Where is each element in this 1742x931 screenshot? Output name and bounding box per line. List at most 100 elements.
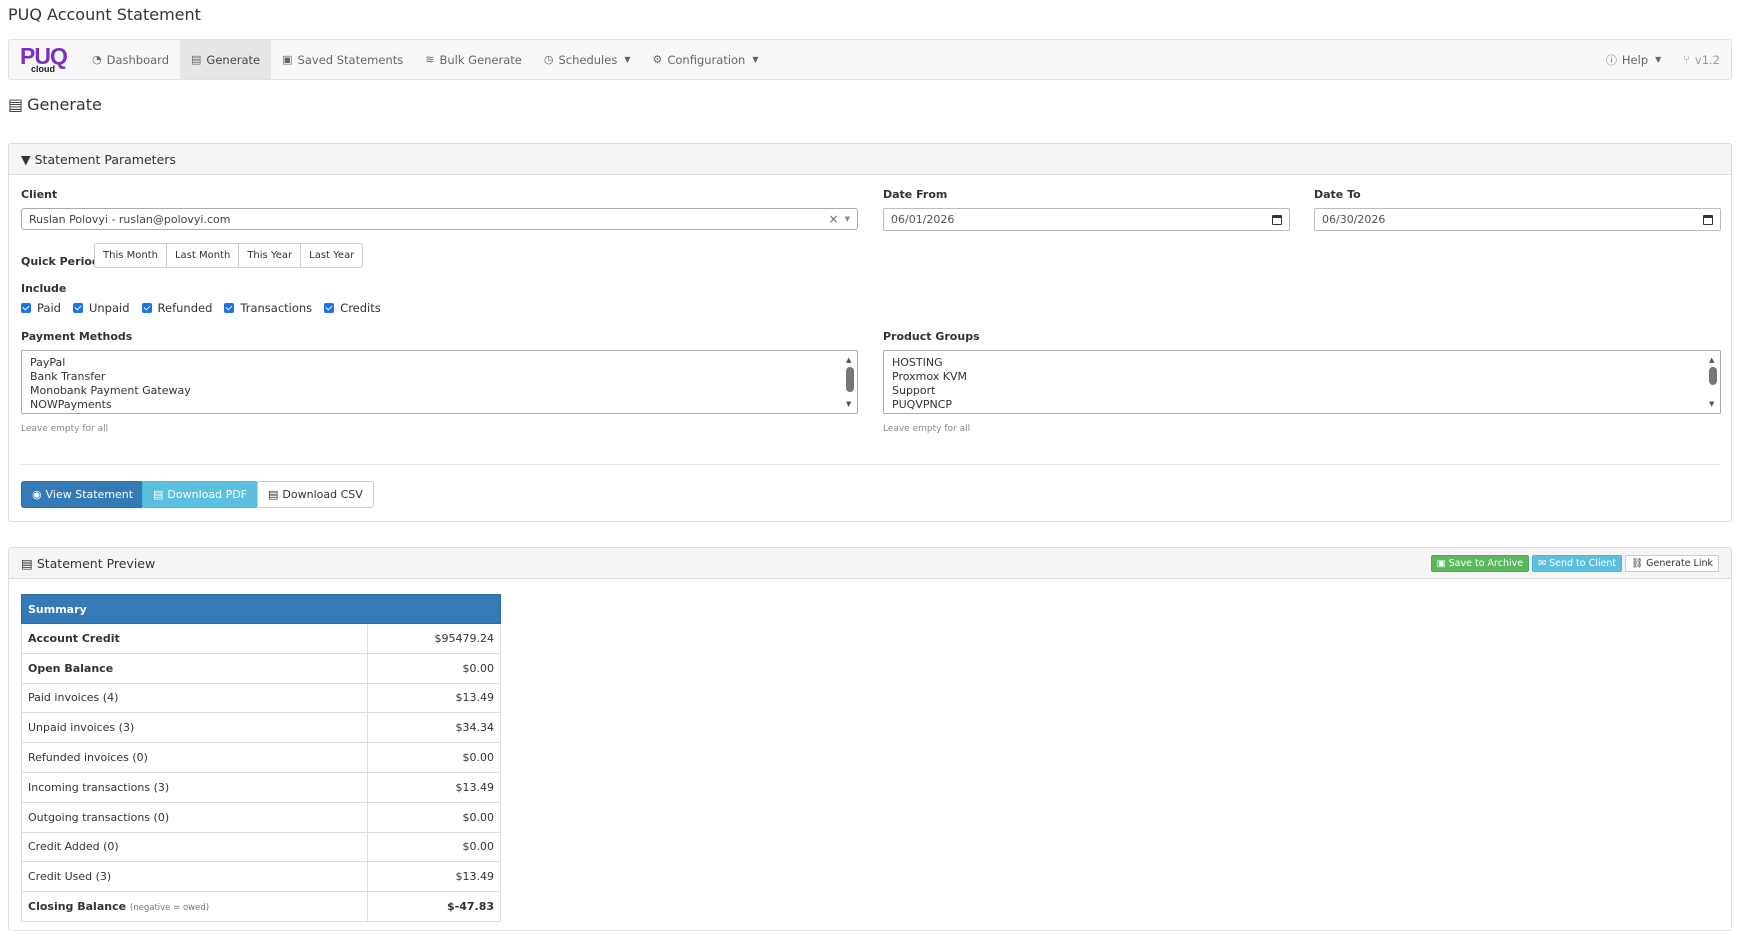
quick-period-this-year[interactable]: This Year xyxy=(238,243,302,268)
product-groups-select[interactable]: HOSTING Proxmox KVM Support PUQVPNCP ▲ ▼ xyxy=(883,350,1721,414)
nav-dashboard[interactable]: ◔ Dashboard xyxy=(81,40,180,79)
row-value: $95479.24 xyxy=(367,623,501,654)
payment-methods-hint: Leave empty for all xyxy=(21,424,109,434)
option[interactable]: Proxmox KVM xyxy=(892,370,1712,384)
option[interactable]: Bank Transfer xyxy=(30,370,849,384)
generate-link-button[interactable]: ⛓ Generate Link xyxy=(1625,555,1719,572)
include-label: Include xyxy=(21,282,67,295)
row-value: $0.00 xyxy=(367,742,501,773)
scroll-up-icon[interactable]: ▲ xyxy=(1709,353,1714,367)
nav-version[interactable]: ⑂ v1.2 xyxy=(1672,40,1731,79)
nav-generate[interactable]: ▤ Generate xyxy=(180,40,272,79)
info-circle-icon: ⓘ xyxy=(1605,53,1617,67)
option[interactable]: NOWPayments xyxy=(30,398,849,412)
preview-actions: ▣ Save to Archive ✉ Send to Client ⛓ Gen… xyxy=(1430,555,1719,572)
row-label: Outgoing transactions (0) xyxy=(21,801,368,833)
divider xyxy=(20,464,1720,465)
payment-methods-label: Payment Methods xyxy=(21,330,133,343)
button-label: View Statement xyxy=(45,488,134,501)
caret-down-icon: ▼ xyxy=(1655,55,1662,64)
envelope-icon: ✉ xyxy=(1538,558,1547,569)
clock-icon: ◷ xyxy=(543,53,554,66)
include-credits[interactable]: Credits xyxy=(324,301,381,315)
quick-period-last-year[interactable]: Last Year xyxy=(300,243,364,268)
statement-parameters-panel: ▼ Statement Parameters Client Ruslan Pol… xyxy=(8,143,1732,522)
summary-header: Summary xyxy=(21,594,501,624)
nav-schedules[interactable]: ◷ Schedules ▼ xyxy=(533,40,642,79)
include-transactions[interactable]: Transactions xyxy=(224,301,312,315)
scroll-thumb[interactable] xyxy=(1709,367,1717,385)
row-label: Closing Balance (negative = owed) xyxy=(21,891,368,922)
send-to-client-button[interactable]: ✉ Send to Client xyxy=(1532,555,1623,572)
save-to-archive-button[interactable]: ▣ Save to Archive xyxy=(1430,555,1530,572)
table-row: Outgoing transactions (0) $0.00 xyxy=(21,801,501,833)
date-from-input[interactable]: 06/01/2026 xyxy=(883,208,1290,231)
payment-methods-select[interactable]: PayPal Bank Transfer Monobank Payment Ga… xyxy=(21,350,858,414)
file-icon: ▤ xyxy=(21,555,33,571)
logo-subtext: cloud xyxy=(31,64,55,74)
checkbox[interactable] xyxy=(324,303,335,313)
statement-preview-panel: ▤ Statement Preview ▣ Save to Archive ✉ … xyxy=(8,547,1732,931)
nav-label: Help xyxy=(1621,52,1649,67)
date-from-label: Date From xyxy=(883,188,948,201)
date-to-input[interactable]: 06/30/2026 xyxy=(1314,208,1721,231)
date-from-value: 06/01/2026 xyxy=(891,213,955,226)
nav-configuration[interactable]: ⚙ Configuration ▼ xyxy=(641,40,769,79)
include-checkboxes: Paid Unpaid Refunded Transactions Credit… xyxy=(21,301,381,315)
view-statement-button[interactable]: ◉ View Statement xyxy=(21,481,145,508)
option[interactable]: PUQVPNCP xyxy=(892,398,1712,412)
scroll-thumb[interactable] xyxy=(846,367,854,392)
quick-period-last-month[interactable]: Last Month xyxy=(165,243,240,268)
checkbox[interactable] xyxy=(72,303,83,313)
calendar-icon[interactable] xyxy=(1703,214,1713,225)
product-groups-hint: Leave empty for all xyxy=(883,424,971,434)
option[interactable]: Monobank Payment Gateway xyxy=(30,384,849,398)
checkbox[interactable] xyxy=(224,303,235,313)
option[interactable]: PayPal xyxy=(30,356,849,370)
nav-help[interactable]: ⓘ Help ▼ xyxy=(1595,40,1672,79)
include-refunded[interactable]: Refunded xyxy=(141,301,212,315)
scrollbar[interactable]: ▲ ▼ xyxy=(1708,353,1718,411)
button-label: Download CSV xyxy=(282,488,363,501)
nav-label: Dashboard xyxy=(106,52,170,67)
dashboard-icon: ◔ xyxy=(92,53,102,66)
quick-period-this-month[interactable]: This Month xyxy=(94,243,167,268)
client-value: Ruslan Polovyi - ruslan@polovyi.com xyxy=(29,212,231,226)
calendar-icon[interactable] xyxy=(1272,214,1282,225)
checkbox[interactable] xyxy=(21,303,31,313)
top-navbar: PUQ cloud ◔ Dashboard ▤ Generate ▣ Saved… xyxy=(8,39,1732,80)
checkbox[interactable] xyxy=(141,303,152,313)
link-icon: ⛓ xyxy=(1631,558,1644,569)
row-label: Unpaid invoices (3) xyxy=(21,712,368,744)
closing-label: Closing Balance xyxy=(28,900,127,914)
brand-logo[interactable]: PUQ cloud xyxy=(9,40,81,79)
client-select[interactable]: Ruslan Polovyi - ruslan@polovyi.com × ▼ xyxy=(21,208,858,230)
closing-note: (negative = owed) xyxy=(129,903,210,914)
clear-icon[interactable]: × xyxy=(829,212,839,226)
date-to-value: 06/30/2026 xyxy=(1322,213,1386,226)
download-pdf-button[interactable]: ▤ Download PDF xyxy=(142,481,259,508)
scroll-up-icon[interactable]: ▲ xyxy=(846,353,851,367)
row-value: $13.49 xyxy=(367,682,501,714)
nav-bulk-generate[interactable]: ≋ Bulk Generate xyxy=(414,40,533,79)
nav-saved-statements[interactable]: ▣ Saved Statements xyxy=(271,40,414,79)
scroll-down-icon[interactable]: ▼ xyxy=(1709,397,1714,411)
branch-icon: ⑂ xyxy=(1683,53,1690,66)
table-row: Unpaid invoices (3) $34.34 xyxy=(21,712,501,744)
option[interactable]: Support xyxy=(892,384,1712,398)
button-label: Send to Client xyxy=(1549,558,1617,569)
chevron-down-icon: ▼ xyxy=(844,215,850,223)
archive-icon: ▣ xyxy=(282,53,293,66)
scrollbar[interactable]: ▲ ▼ xyxy=(845,353,855,411)
button-label: Save to Archive xyxy=(1448,558,1524,569)
version-label: v1.2 xyxy=(1694,52,1720,67)
option[interactable]: HOSTING xyxy=(892,356,1712,370)
app-title: PUQ Account Statement xyxy=(8,5,201,24)
nav-label: Generate xyxy=(206,52,261,67)
scroll-down-icon[interactable]: ▼ xyxy=(846,397,851,411)
include-paid[interactable]: Paid xyxy=(21,301,61,315)
table-row: Refunded invoices (0) $0.00 xyxy=(21,742,501,773)
download-csv-button[interactable]: ▤ Download CSV xyxy=(257,481,374,508)
caret-down-icon: ▼ xyxy=(752,55,759,64)
include-unpaid[interactable]: Unpaid xyxy=(72,301,130,315)
